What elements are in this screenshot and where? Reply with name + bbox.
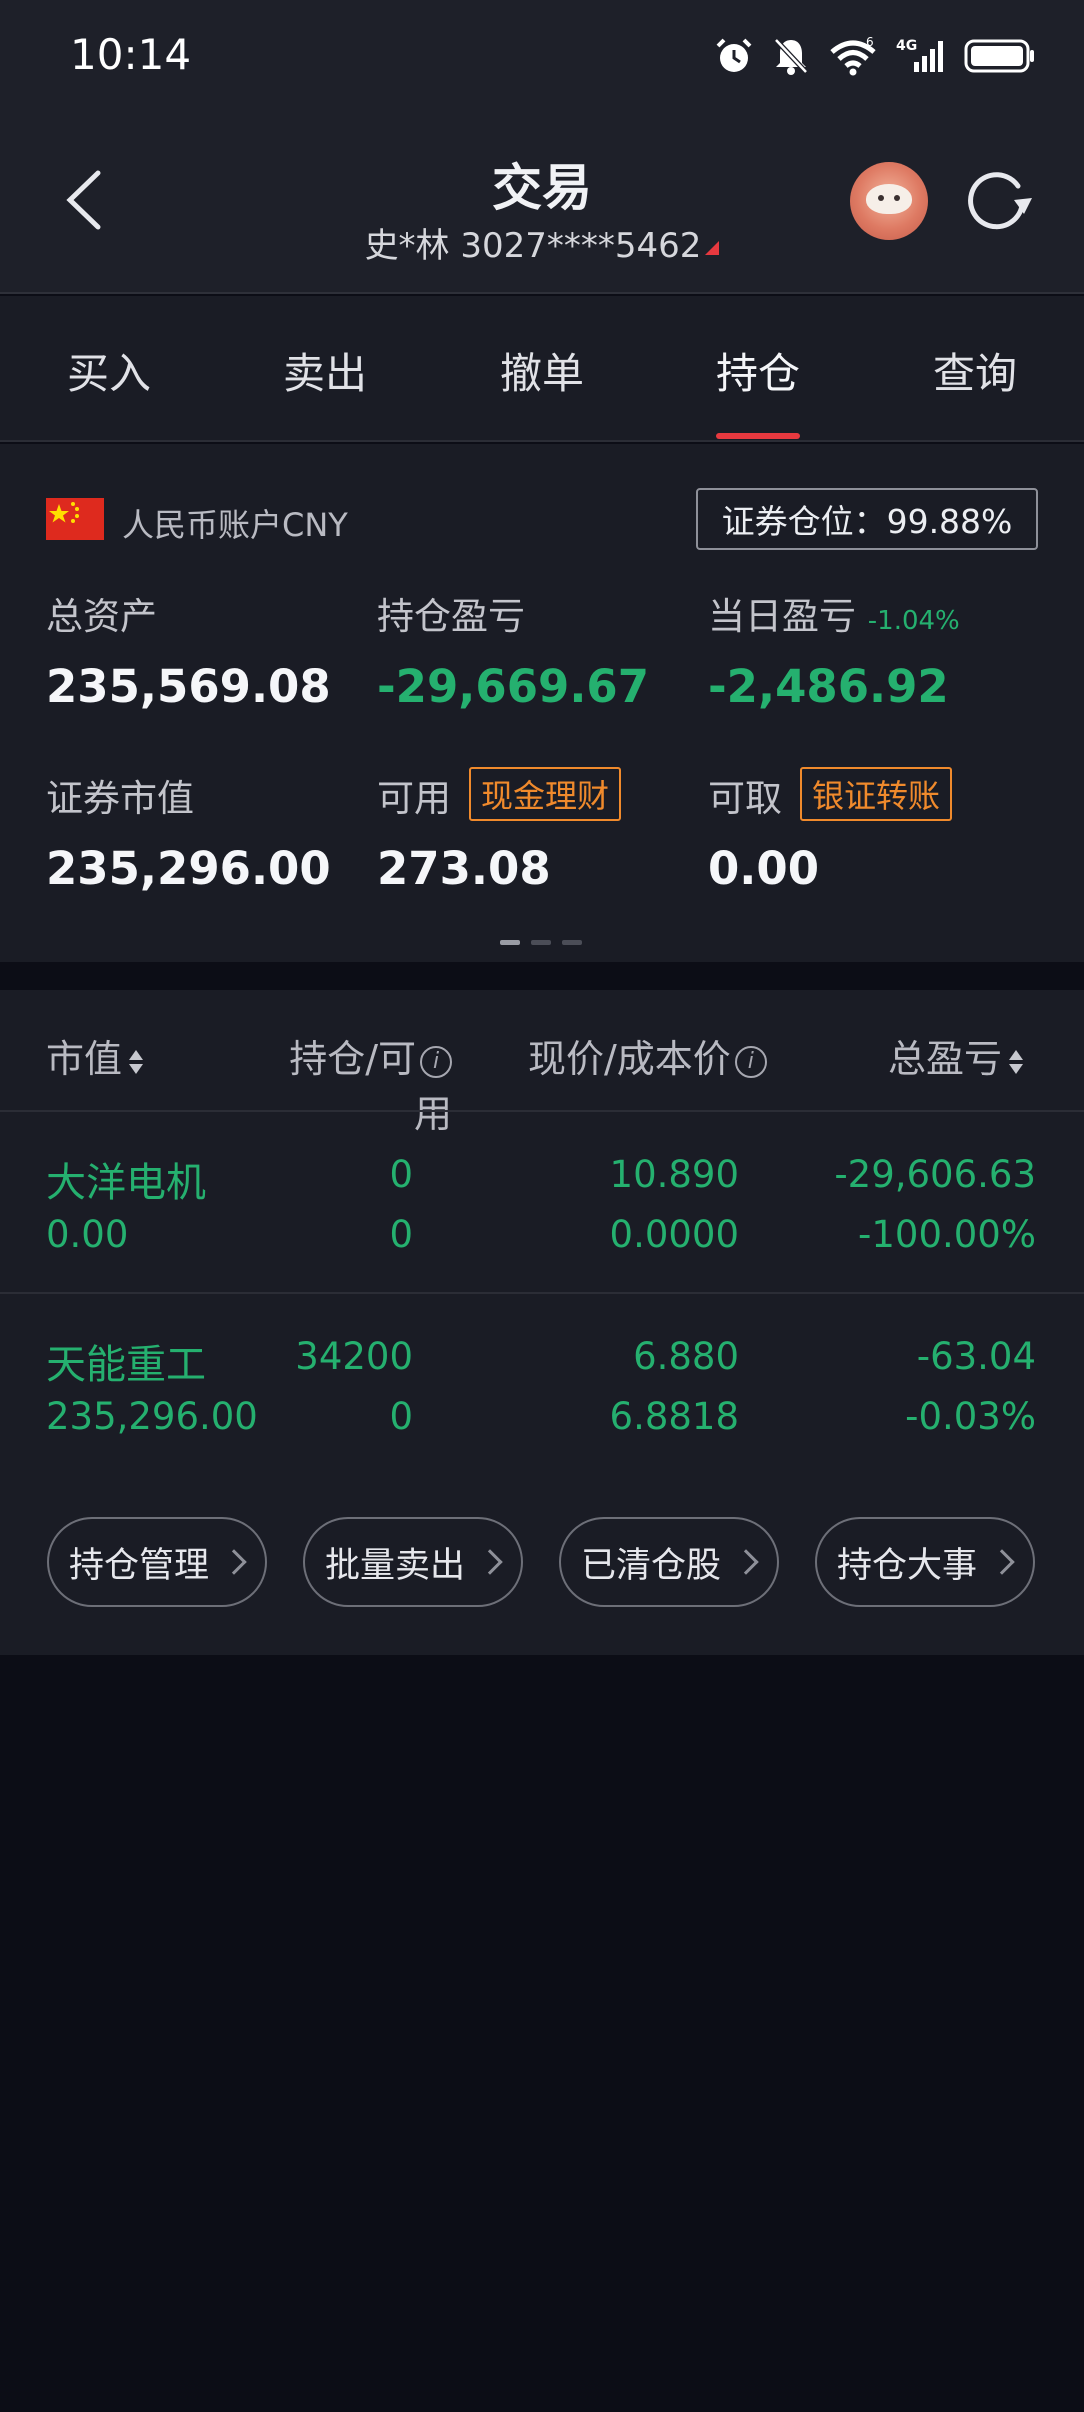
info-icon[interactable]: i <box>420 1045 452 1078</box>
withdrawable-value: 0.00 <box>708 842 820 895</box>
daily-pnl-label: 当日盈亏 -1.04% <box>708 586 960 640</box>
chevron-right-icon <box>733 1549 759 1575</box>
price-cost-header: 现价/成本价 i <box>528 1028 767 1083</box>
market-value-value: 235,296.00 <box>46 842 331 895</box>
withdrawable-label: 可取 <box>708 777 782 820</box>
stock-position: 34200 <box>295 1335 413 1378</box>
sort-market-value-header[interactable]: 市值 <box>46 1028 144 1083</box>
daily-pnl-percent: -1.04% <box>867 606 960 636</box>
cash-wealth-button[interactable]: 现金理财 <box>469 767 622 821</box>
holdings-events-button[interactable]: 持仓大事 <box>815 1517 1035 1607</box>
button-label: 持仓大事 <box>837 1545 978 1586</box>
alarm-icon <box>716 38 752 72</box>
tab-query[interactable]: 查询 <box>933 340 1017 401</box>
sort-total-pnl-header[interactable]: 总盈亏 <box>888 1028 1024 1083</box>
total-assets-value: 235,569.08 <box>46 660 331 713</box>
tab-cancel-order[interactable]: 撤单 <box>500 340 584 401</box>
button-label: 批量卖出 <box>325 1545 466 1586</box>
stock-position: 0 <box>389 1153 413 1196</box>
tab-holdings[interactable]: 持仓 <box>716 340 800 401</box>
stock-pnl: -63.04 <box>916 1335 1036 1378</box>
tab-buy[interactable]: 买入 <box>67 340 151 401</box>
daily-pnl-title: 当日盈亏 <box>708 595 856 638</box>
position-ratio-badge[interactable]: 证券仓位：99.88% <box>696 488 1038 550</box>
total-pnl-header-label: 总盈亏 <box>888 1037 1003 1081</box>
status-time: 10:14 <box>70 30 192 79</box>
account-selector[interactable]: 史*林 3027****5462 <box>0 218 1084 267</box>
account-number: 史*林 3027****5462 <box>364 226 702 266</box>
chevron-right-icon <box>477 1549 503 1575</box>
price-cost-header-label: 现价/成本价 <box>528 1037 731 1081</box>
china-flag-icon <box>46 498 104 540</box>
refresh-icon <box>968 172 1032 230</box>
signal-4g-icon: 4G <box>896 38 943 72</box>
page-dot-1 <box>500 940 520 945</box>
available-value: 273.08 <box>377 842 551 895</box>
info-icon[interactable]: i <box>734 1045 767 1078</box>
holding-pnl-value: -29,669.67 <box>377 660 650 713</box>
holdings-management-button[interactable]: 持仓管理 <box>47 1517 267 1607</box>
chevron-right-icon <box>221 1549 247 1575</box>
market-value-header-label: 市值 <box>46 1037 123 1081</box>
button-label: 持仓管理 <box>69 1545 210 1586</box>
stock-price: 6.880 <box>633 1335 739 1378</box>
total-assets-label: 总资产 <box>46 595 157 638</box>
daily-pnl-value: -2,486.92 <box>708 660 949 713</box>
stock-cost: 6.8818 <box>609 1395 739 1438</box>
batch-sell-button[interactable]: 批量卖出 <box>303 1517 523 1607</box>
button-label: 已清仓股 <box>581 1545 722 1586</box>
stock-pnl-percent: -100.00% <box>858 1213 1036 1256</box>
sort-icon <box>128 1045 144 1079</box>
avatar[interactable] <box>850 162 928 240</box>
account-currency-label: 人民币账户CNY <box>122 506 348 544</box>
stock-pnl: -29,606.63 <box>834 1153 1036 1196</box>
mascot-face-icon <box>866 184 912 214</box>
stock-price: 10.890 <box>609 1153 739 1196</box>
status-icons: 6 4G <box>714 30 1036 82</box>
market-value-label: 证券市值 <box>46 777 194 820</box>
stock-market-value: 235,296.00 <box>46 1395 258 1438</box>
page-dot-2 <box>531 940 551 945</box>
stock-available: 0 <box>389 1395 413 1438</box>
bell-muted-icon <box>774 38 808 75</box>
stock-cost: 0.0000 <box>609 1213 739 1256</box>
dropdown-triangle-icon <box>705 241 720 255</box>
sort-icon <box>1008 1045 1024 1079</box>
stock-market-value: 0.00 <box>46 1213 129 1256</box>
battery-icon <box>964 39 1034 73</box>
bank-transfer-button[interactable]: 银证转账 <box>800 767 953 821</box>
stock-name: 大洋电机 <box>46 1160 206 1206</box>
active-tab-indicator <box>716 433 800 439</box>
refresh-button[interactable] <box>964 168 1034 234</box>
stock-available: 0 <box>389 1213 413 1256</box>
cleared-stocks-button[interactable]: 已清仓股 <box>559 1517 779 1607</box>
stock-pnl-percent: -0.03% <box>905 1395 1036 1438</box>
svg-text:6: 6 <box>866 36 874 49</box>
svg-text:4G: 4G <box>896 38 917 54</box>
holding-pnl-label: 持仓盈亏 <box>377 595 525 638</box>
tab-sell[interactable]: 卖出 <box>283 340 367 401</box>
wifi-icon: 6 <box>830 36 876 76</box>
stock-name: 天能重工 <box>46 1342 206 1388</box>
chevron-right-icon <box>989 1549 1015 1575</box>
available-label: 可用 <box>377 777 451 820</box>
page-dot-3 <box>562 940 582 945</box>
